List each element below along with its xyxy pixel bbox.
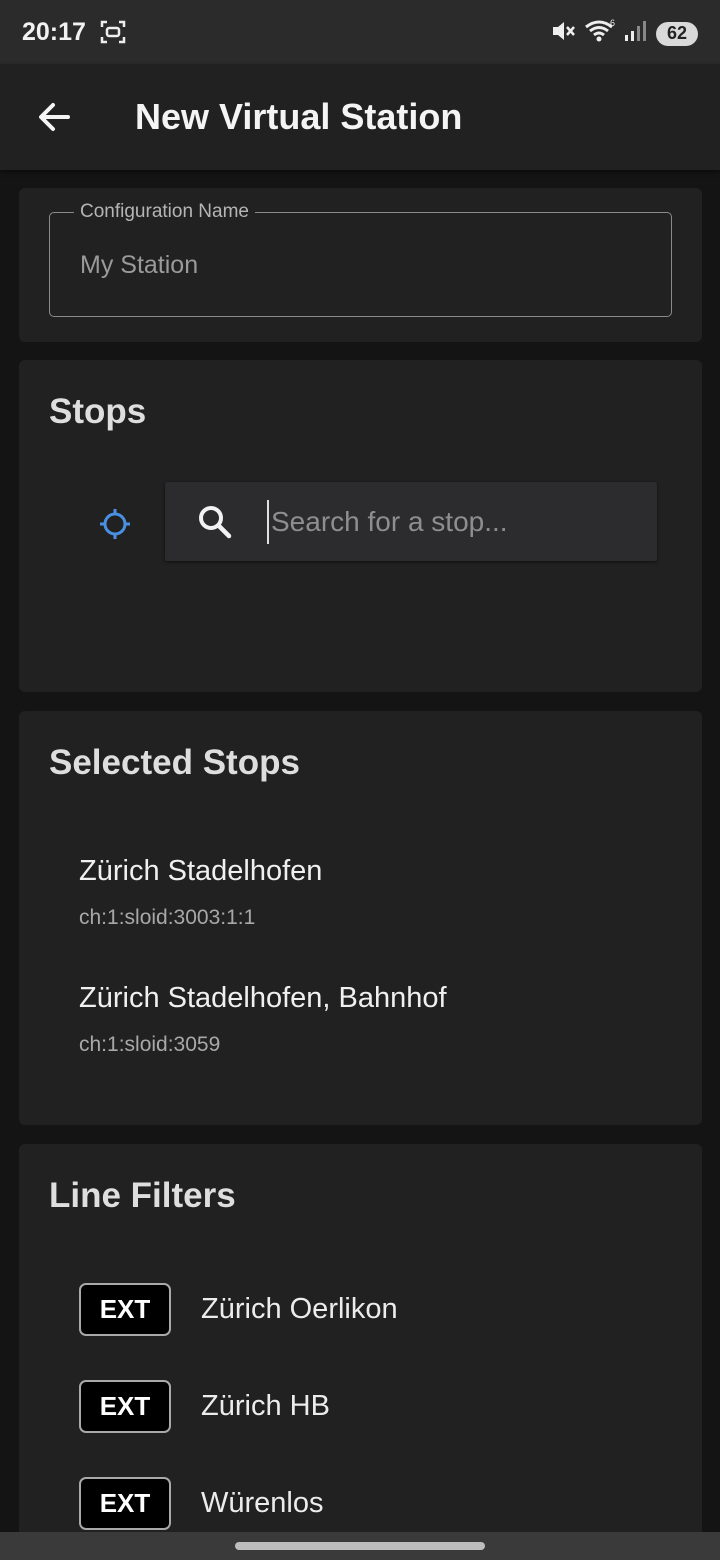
line-filter-label: Zürich Oerlikon <box>201 1292 398 1325</box>
stop-name: Zürich Stadelhofen <box>79 855 323 887</box>
status-bar: 20:17 6 62 <box>0 0 720 64</box>
line-badge: EXT <box>79 1282 171 1336</box>
selected-stops-card: Selected Stops Zürich Stadelhofen ch:1:s… <box>19 711 702 1125</box>
configuration-name-field[interactable]: Configuration Name My Station <box>49 201 672 317</box>
home-gesture-handle[interactable] <box>235 1542 485 1550</box>
stop-id: ch:1:sloid:3059 <box>79 1033 221 1056</box>
list-item[interactable]: Zürich Stadelhofen ch:1:sloid:3003:1:1 <box>79 855 679 930</box>
selected-stops-title: Selected Stops <box>49 743 300 782</box>
line-filter-item[interactable]: EXT Würenlos <box>79 1476 324 1530</box>
line-badge: EXT <box>79 1476 171 1530</box>
stop-search-input[interactable] <box>267 500 637 544</box>
svg-text:6: 6 <box>610 18 615 28</box>
line-filters-title: Line Filters <box>49 1176 236 1215</box>
stop-name: Zürich Stadelhofen, Bahnhof <box>79 982 447 1014</box>
battery-indicator: 62 <box>656 21 698 46</box>
signal-icon <box>624 18 648 49</box>
list-item[interactable]: Zürich Stadelhofen, Bahnhof ch:1:sloid:3… <box>79 982 679 1057</box>
arrow-left-icon <box>39 103 70 131</box>
stop-id: ch:1:sloid:3003:1:1 <box>79 906 256 929</box>
wifi-icon: 6 <box>584 18 616 49</box>
config-card: Configuration Name My Station <box>19 188 702 342</box>
mute-icon <box>550 18 576 49</box>
back-button[interactable] <box>18 81 90 153</box>
line-filter-label: Würenlos <box>201 1486 324 1519</box>
crosshair-icon <box>100 509 130 539</box>
configuration-name-value[interactable]: My Station <box>80 251 198 280</box>
page-title: New Virtual Station <box>135 96 463 137</box>
line-filters-card: Line Filters EXT Zürich Oerlikon EXT Zür… <box>19 1144 702 1544</box>
locate-button[interactable] <box>91 500 139 548</box>
line-filter-label: Zürich HB <box>201 1389 330 1422</box>
search-icon <box>195 502 235 542</box>
app-bar: New Virtual Station <box>0 64 720 170</box>
status-time: 20:17 <box>22 17 86 46</box>
stop-search-box <box>165 482 657 561</box>
stops-card: Stops <box>19 360 702 692</box>
status-icons: 6 62 <box>550 18 698 49</box>
line-filter-item[interactable]: EXT Zürich HB <box>79 1379 330 1433</box>
navigation-bar <box>0 1532 720 1560</box>
line-filter-item[interactable]: EXT Zürich Oerlikon <box>79 1282 398 1336</box>
screenshot-icon <box>100 19 126 45</box>
configuration-name-label: Configuration Name <box>74 201 255 223</box>
line-badge: EXT <box>79 1379 171 1433</box>
stops-title: Stops <box>49 392 147 431</box>
